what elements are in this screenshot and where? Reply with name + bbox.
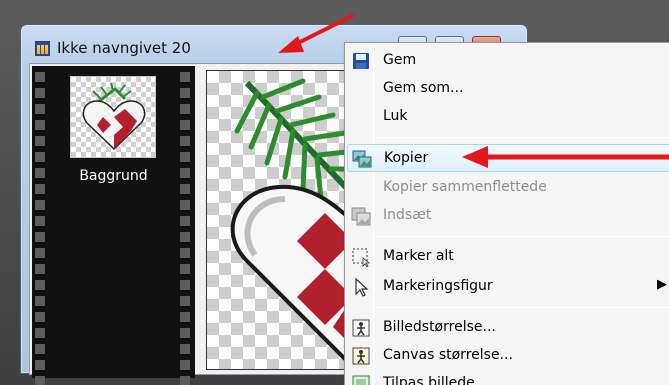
annotation-arrows: [278, 14, 669, 168]
annotation-arrow-title: [278, 14, 354, 53]
annotation-arrow-kopier: [462, 146, 669, 168]
